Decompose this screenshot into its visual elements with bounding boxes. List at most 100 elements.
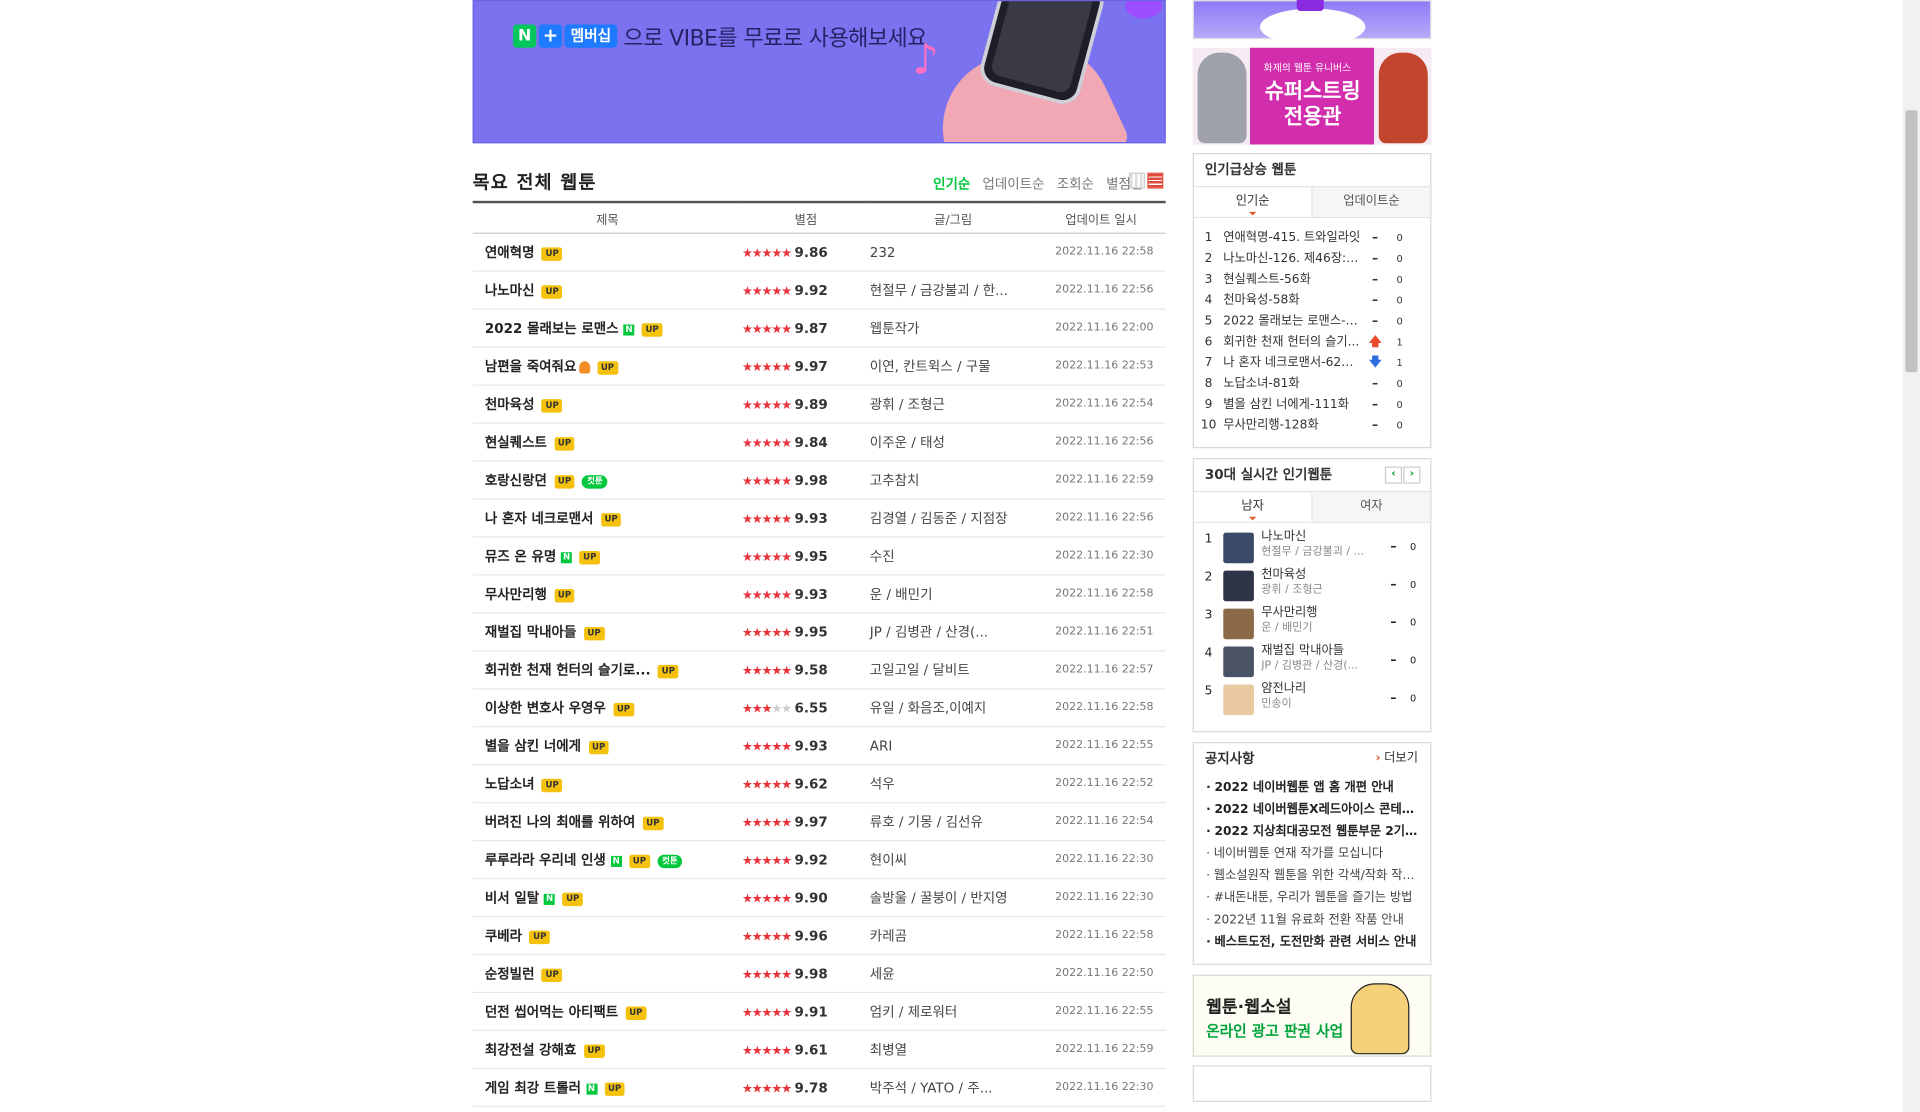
episode-title[interactable]: 천마육성-58화 [1223,290,1360,311]
title-cell[interactable]: 던전 씹어먹는 아티팩트 UP [472,992,743,1032]
webtoon-thumbnail[interactable] [1223,570,1254,602]
list-item[interactable]: 2 천마육성 광휘 / 조형근 –0 [1194,568,1430,606]
table-row[interactable]: 연애혁명 UP ★★★★★ 9.86 232 2022.11.16 22:58 [472,233,1166,272]
vibe-banner[interactable]: N + 멤버십 으로 VIBE를 무료로 사용해보세요 ♪ [472,0,1166,144]
webtoon-title[interactable]: 얌전나리 [1261,682,1383,697]
tab-female[interactable]: 여자 [1312,492,1431,522]
notice-item[interactable]: 웹소설원작 웹툰을 위한 각색/작화 작가 모집 [1194,866,1421,888]
bottom-ad[interactable] [1192,1065,1432,1103]
webtoon-title[interactable]: 쿠베라 [485,928,522,944]
sort-views[interactable]: 조회순 [1057,174,1094,194]
title-cell[interactable]: 게임 최강 트롤러 N UP [472,1068,743,1107]
table-row[interactable]: 이상한 변호사 우영우 UP ★★★★★ 6.55 유일 / 화음조,이예지 2022.1… [472,688,1166,728]
webtoon-title[interactable]: 나 혼자 네크로맨서 [485,511,594,527]
episode-title[interactable]: 2022 몰래보는 로맨스-21... [1223,311,1360,332]
table-row[interactable]: 순정빌런 UP ★★★★★ 9.98 세윤 2022.11.16 22:50 [472,954,1166,994]
title-cell[interactable]: 2022 몰래보는 로맨스 N UP [472,309,743,348]
webtoon-title[interactable]: 천마육성 [485,397,535,413]
episode-title[interactable]: 나노마신-126. 제46장: 진... [1223,249,1360,270]
webtoon-title[interactable]: 나노마신 [485,283,535,299]
title-cell[interactable]: 순정빌런 UP [472,954,743,994]
title-cell[interactable]: 현실퀘스트 UP [472,423,743,462]
ad-license-banner[interactable]: 웹툰·웹소설 온라인 광고 판권 사업 [1192,974,1432,1057]
title-cell[interactable]: 나 혼자 네크로맨서 UP [472,498,743,538]
list-item[interactable]: 1 나노마신 현절무 / 금강불괴 / ... –0 [1194,530,1430,568]
list-item[interactable]: 7 나 혼자 네크로맨서-62화:... 🡇 1 [1194,353,1430,374]
top-ad[interactable] [1192,0,1432,46]
list-item[interactable]: 3 무사만리행 운 / 배민기 –0 [1194,606,1430,644]
table-row[interactable]: 나노마신 UP ★★★★★ 9.92 현절무 / 금강불괴 / 한... 2022.11.… [472,271,1166,310]
notice-item[interactable]: #내돈내툰, 우리가 웹툰을 즐기는 방법 [1194,888,1421,910]
notice-item[interactable]: 네이버웹툰 연재 작가를 모십니다 [1194,844,1421,866]
webtoon-thumbnail[interactable] [1223,646,1254,678]
scrollbar[interactable] [1902,0,1920,1112]
title-cell[interactable]: 비서 일탈 N UP [472,878,743,918]
sort-popular[interactable]: 인기순 [933,174,970,194]
title-cell[interactable]: 노답소녀 UP [472,764,743,804]
webtoon-thumbnail[interactable] [1223,532,1254,564]
title-cell[interactable]: 천마육성 UP [472,385,743,424]
webtoon-title[interactable]: 무사만리행 [485,587,547,603]
title-cell[interactable]: 이상한 변호사 우영우 UP [472,688,743,728]
table-row[interactable]: 버려진 나의 최애를 위하여 UP ★★★★★ 9.97 류호 / 기몽 / 김선유 20… [472,802,1166,842]
title-cell[interactable]: 무사만리행 UP [472,574,743,614]
grid-view-icon[interactable] [1128,172,1145,189]
table-row[interactable]: 호랑신랑뎐 UP 컷툰 ★★★★★ 9.98 고추참치 2022.11.16 22:59 [472,461,1166,500]
list-view-icon[interactable] [1147,172,1164,189]
next-arrow-icon[interactable]: › [1403,466,1421,484]
title-cell[interactable]: 뮤즈 온 유명 N UP [472,536,743,576]
webtoon-title[interactable]: 연애혁명 [485,245,535,261]
episode-title[interactable]: 나 혼자 네크로맨서-62화:... [1223,353,1360,374]
list-item[interactable]: 8 노답소녀-81화 – 0 [1194,373,1430,394]
webtoon-title[interactable]: 비서 일탈 [485,890,539,906]
webtoon-title[interactable]: 별을 삼킨 너에게 [485,738,581,754]
tab-male[interactable]: 남자 [1193,492,1313,522]
table-row[interactable]: 비서 일탈 N UP ★★★★★ 9.90 솔방울 / 꿀붕이 / 반지영 2022.11.… [472,878,1166,918]
tab-rising-update[interactable]: 업데이트순 [1312,187,1431,217]
webtoon-title[interactable]: 남편을 죽여줘요 [485,359,576,375]
webtoon-title[interactable]: 최강전설 강해효 [485,1042,576,1058]
table-row[interactable]: 무사만리행 UP ★★★★★ 9.93 운 / 배민기 2022.11.16 22:58 [472,574,1166,614]
episode-title[interactable]: 연애혁명-415. 트와일라잇 [1223,228,1360,249]
title-cell[interactable]: 나노마신 UP [472,271,743,310]
webtoon-title[interactable]: 나노마신 [1261,530,1383,545]
list-item[interactable]: 5 2022 몰래보는 로맨스-21... – 0 [1194,311,1430,332]
notice-item[interactable]: 2022 네이버웹툰 앱 홈 개편 안내 [1194,778,1421,800]
episode-title[interactable]: 회귀한 천재 헌터의 슬기... [1223,332,1360,353]
table-row[interactable]: 쿠베라 UP ★★★★★ 9.96 카레곰 2022.11.16 22:58 [472,916,1166,956]
title-cell[interactable]: 버려진 나의 최애를 위하여 UP [472,802,743,842]
webtoon-title[interactable]: 재벌집 막내아들 [485,624,576,640]
webtoon-title[interactable]: 루루라라 우리네 인생 [485,852,606,868]
table-row[interactable]: 별을 삼킨 너에게 UP ★★★★★ 9.93 ARI 2022.11.16 22:55 [472,726,1166,766]
list-item[interactable]: 4 재벌집 막내아들 JP / 김병관 / 산경(... –0 [1194,644,1430,682]
table-row[interactable]: 루루라라 우리네 인생 N UP 컷툰 ★★★★★ 9.92 현이씨 2022.11.16 2… [472,840,1166,880]
webtoon-title[interactable]: 순정빌런 [485,966,535,982]
webtoon-title[interactable]: 게임 최강 트롤러 [485,1080,581,1096]
webtoon-thumbnail[interactable] [1223,684,1254,716]
table-row[interactable]: 최강전설 강해효 UP ★★★★★ 9.61 최병열 2022.11.16 22:59 [472,1030,1166,1069]
table-row[interactable]: 노답소녀 UP ★★★★★ 9.62 석우 2022.11.16 22:52 [472,764,1166,804]
table-row[interactable]: 2022 몰래보는 로맨스 N UP ★★★★★ 9.87 웹툰작가 2022.11.16 … [472,309,1166,348]
scrollbar-thumb[interactable] [1905,110,1918,373]
list-item[interactable]: 9 별을 삼킨 너에게-111화 – 0 [1194,394,1430,415]
webtoon-thumbnail[interactable] [1223,608,1254,640]
table-row[interactable]: 회귀한 천재 헌터의 슬기로... UP ★★★★★ 9.58 고일고일 / 달비트 20… [472,650,1166,690]
title-cell[interactable]: 회귀한 천재 헌터의 슬기로... UP [472,650,743,690]
notice-item[interactable]: 베스트도전, 도전만화 관련 서비스 안내 [1194,932,1421,954]
episode-title[interactable]: 현실퀘스트-56화 [1223,269,1360,290]
webtoon-title[interactable]: 회귀한 천재 헌터의 슬기로... [485,662,651,678]
table-row[interactable]: 천마육성 UP ★★★★★ 9.89 광휘 / 조형근 2022.11.16 22:54 [472,385,1166,424]
notice-item[interactable]: 2022 지상최대공모전 웹툰부문 2기 안내 [1194,822,1420,844]
notice-item[interactable]: 2022년 11월 유료화 전환 작품 안내 [1194,910,1421,932]
list-item[interactable]: 4 천마육성-58화 – 0 [1194,290,1430,311]
table-row[interactable]: 재벌집 막내아들 UP ★★★★★ 9.95 JP / 김병관 / 산경(... 2022… [472,612,1166,652]
list-item[interactable]: 10 무사만리행-128화 – 0 [1194,415,1430,436]
title-cell[interactable]: 남편을 죽여줘요 UP [472,347,743,386]
table-row[interactable]: 뮤즈 온 유명 N UP ★★★★★ 9.95 수진 2022.11.16 22:30 [472,536,1166,576]
title-cell[interactable]: 루루라라 우리네 인생 N UP 컷툰 [472,840,743,880]
webtoon-title[interactable]: 무사만리행 [1261,606,1383,621]
sort-update[interactable]: 업데이트순 [983,174,1045,194]
webtoon-title[interactable]: 현실퀘스트 [485,435,547,451]
table-row[interactable]: 게임 최강 트롤러 N UP ★★★★★ 9.78 박주석 / YATO / 주... 20… [472,1068,1166,1107]
table-row[interactable]: 던전 씹어먹는 아티팩트 UP ★★★★★ 9.91 엄키 / 제로워터 2022.11.… [472,992,1166,1032]
